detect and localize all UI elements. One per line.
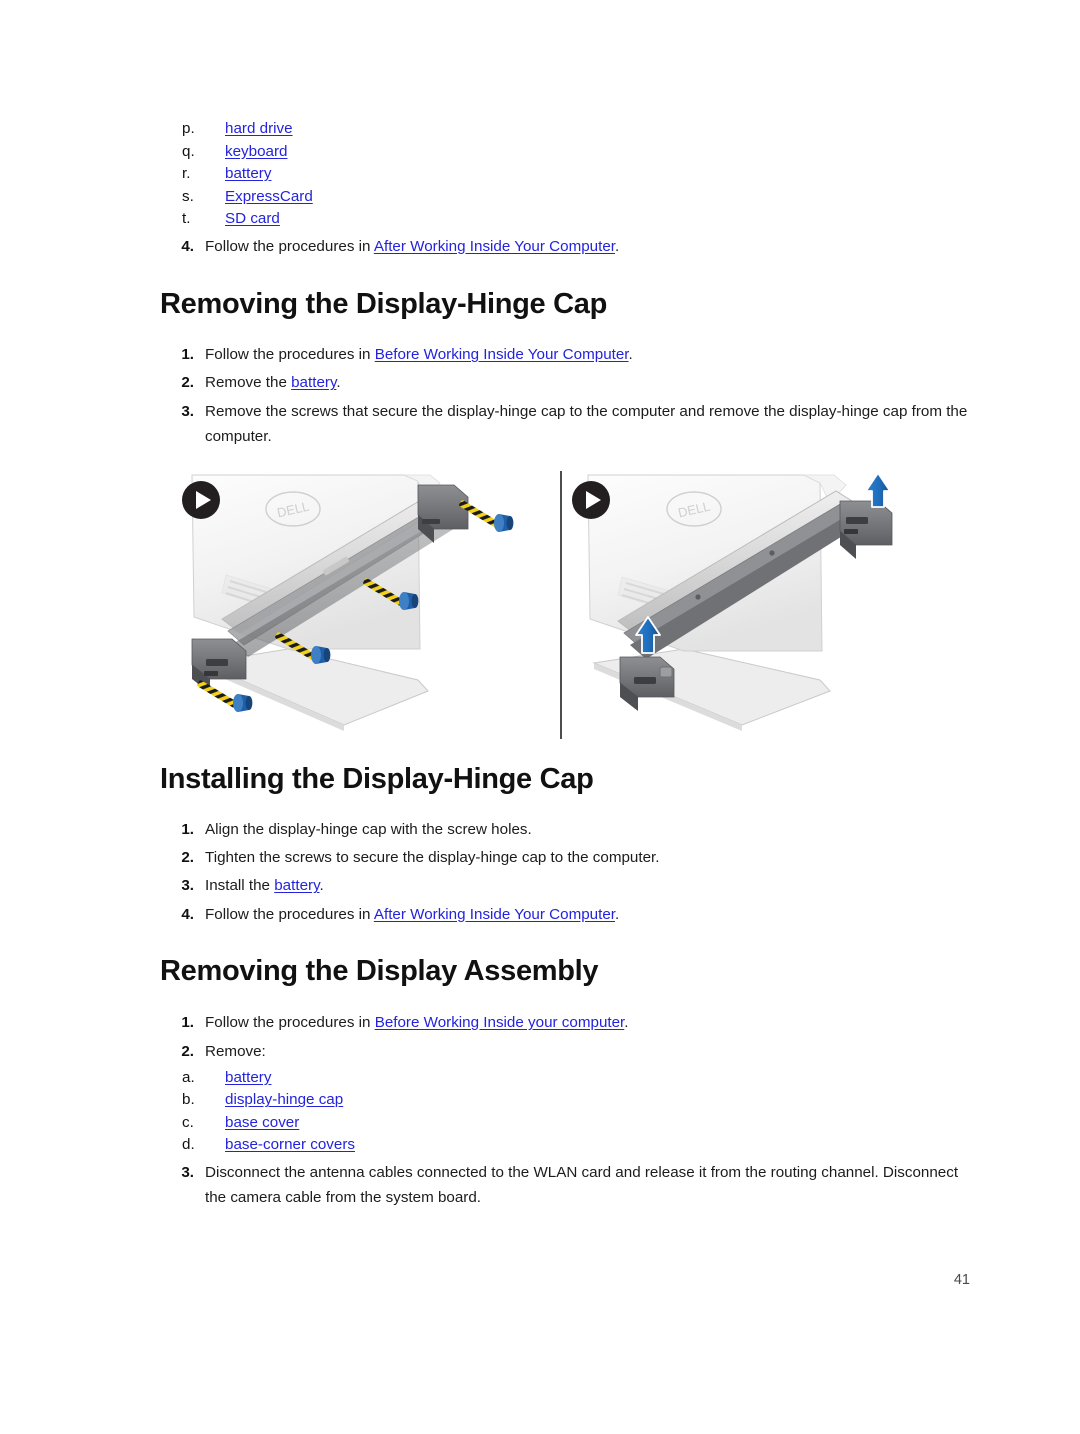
step-item: 2. Remove: [160,1039,970,1064]
step-item: 2. Tighten the screws to secure the disp… [160,845,970,870]
step-item: 1. Align the display-hinge cap with the … [160,817,970,842]
step-text-after: . [319,877,324,895]
link-base-cover[interactable]: base cover [225,1114,299,1131]
step-text: Disconnect the antenna cables connected … [205,1163,959,1207]
step-text: Install the battery. [205,873,970,898]
step-item: 3. Install the battery. [160,873,970,898]
play-icon [182,480,220,519]
step-text: Follow the procedures in Before Working … [205,342,970,367]
remove-sub-list: a. battery b. display-hinge cap c. base … [160,1067,970,1157]
list-marker: r. [182,165,191,182]
list-marker: q. [182,142,195,160]
figure-right-panel: DELL [572,466,962,745]
step-text: Remove: [205,1042,266,1060]
list-marker: a. [182,1068,195,1086]
step-marker: 1. [181,345,194,363]
list-item: q. keyboard [160,141,970,164]
steps-installing-display-hinge-cap: 1. Align the display-hinge cap with the … [160,817,970,928]
step-text-after: . [615,237,620,255]
step-text-before: Install the [205,877,275,895]
figure-divider [560,470,562,739]
link-after-working-inside-your-computer[interactable]: After Working Inside Your Computer [374,906,615,923]
steps-removing-display-hinge-cap: 1. Follow the procedures in Before Worki… [160,342,970,450]
step-item: 4. Follow the procedures in After Workin… [160,902,970,927]
page-number: 41 [953,1272,970,1288]
link-battery[interactable]: battery [274,877,319,894]
list-item: d. base-corner covers [160,1134,970,1157]
step-text-after: . [628,345,633,363]
link-keyboard[interactable]: keyboard [225,143,287,160]
top-sub-list: p. hard drive q. keyboard r. battery s. … [160,118,970,231]
step-text: Remove the battery. [205,370,970,395]
list-item: t. SD card [160,208,970,231]
top-step-list: 4. Follow the procedures in After Workin… [160,234,970,259]
step-item: 3. Remove the screws that secure the dis… [160,399,970,450]
step-marker: 1. [181,820,194,838]
list-marker: s. [182,187,194,205]
step-text-before: Follow the procedures in [205,345,375,363]
list-marker: t. [182,210,191,227]
link-expresscard[interactable]: ExpressCard [225,188,313,205]
step-text-after: . [624,1014,629,1032]
link-battery[interactable]: battery [225,1069,271,1086]
link-battery[interactable]: battery [225,165,271,182]
step-marker: 4. [181,905,194,923]
step-text-before: Follow the procedures in [205,1014,375,1032]
link-before-working-inside-your-computer[interactable]: Before Working Inside your computer [375,1014,625,1031]
step-text-before: Follow the procedures in [205,237,374,255]
step-marker: 2. [181,848,194,866]
step-marker: 4. [181,237,194,255]
step-text: Follow the procedures in After Working I… [205,902,970,927]
step-text: Follow the procedures in Before Working … [205,1010,970,1035]
heading-removing-display-hinge-cap: Removing the Display-Hinge Cap [160,287,608,320]
page-content: p. hard drive q. keyboard r. battery s. … [160,118,970,1214]
step-text: Remove the screws that secure the displa… [205,402,968,446]
step-item: 1. Follow the procedures in Before Worki… [160,342,970,367]
link-before-working-inside-your-computer[interactable]: Before Working Inside Your Computer [375,346,629,363]
list-marker: c. [182,1113,194,1131]
step-text: Align the display-hinge cap with the scr… [205,820,532,838]
step-text: Follow the procedures in After Working I… [205,234,970,259]
step-marker: 3. [181,402,194,420]
list-marker: b. [182,1091,195,1109]
heading-installing-display-hinge-cap: Installing the Display-Hinge Cap [160,762,594,795]
step-text-before: Remove the [205,374,292,392]
list-marker: p. [182,120,195,137]
step-item: 2. Remove the battery. [160,370,970,395]
list-item: r. battery [160,163,970,186]
step-marker: 2. [181,1042,194,1060]
step-item: 3. Disconnect the antenna cables connect… [160,1160,970,1211]
link-display-hinge-cap[interactable]: display-hinge cap [225,1091,343,1108]
play-icon [572,480,610,519]
step-marker: 3. [181,1163,194,1181]
list-marker: d. [182,1136,195,1154]
step-text-before: Follow the procedures in [205,905,374,923]
list-item: s. ExpressCard [160,186,970,209]
heading-removing-display-assembly: Removing the Display Assembly [160,955,599,988]
link-base-corner-covers[interactable]: base-corner covers [225,1136,355,1153]
document-page: p. hard drive q. keyboard r. battery s. … [0,0,1080,1434]
list-item: b. display-hinge cap [160,1089,970,1112]
list-item: a. battery [160,1067,970,1090]
display-hinge-cap-removal-figure: DELL DELL [160,466,970,745]
link-battery[interactable]: battery [291,374,336,391]
steps-removing-display-assembly-cont: 3. Disconnect the antenna cables connect… [160,1160,970,1211]
steps-removing-display-assembly: 1. Follow the procedures in Before Worki… [160,1010,970,1064]
step-text: Tighten the screws to secure the display… [205,848,660,866]
list-item: c. base cover [160,1112,970,1135]
step-marker: 2. [181,374,194,392]
step-item: 4. Follow the procedures in After Workin… [160,234,970,259]
step-text-after: . [336,374,341,392]
laptop-screw-removal-illustration: DELL [168,466,558,745]
link-after-working-inside-your-computer[interactable]: After Working Inside Your Computer [374,238,615,255]
hinge-cap-lift-illustration: DELL [572,466,962,745]
step-text-after: . [615,905,620,923]
link-hard-drive[interactable]: hard drive [225,120,293,137]
step-marker: 3. [181,877,194,895]
list-item: p. hard drive [160,118,970,141]
step-marker: 1. [181,1014,194,1032]
figure-left-panel: DELL [168,466,558,745]
step-item: 1. Follow the procedures in Before Worki… [160,1010,970,1035]
link-sd-card[interactable]: SD card [225,210,280,227]
